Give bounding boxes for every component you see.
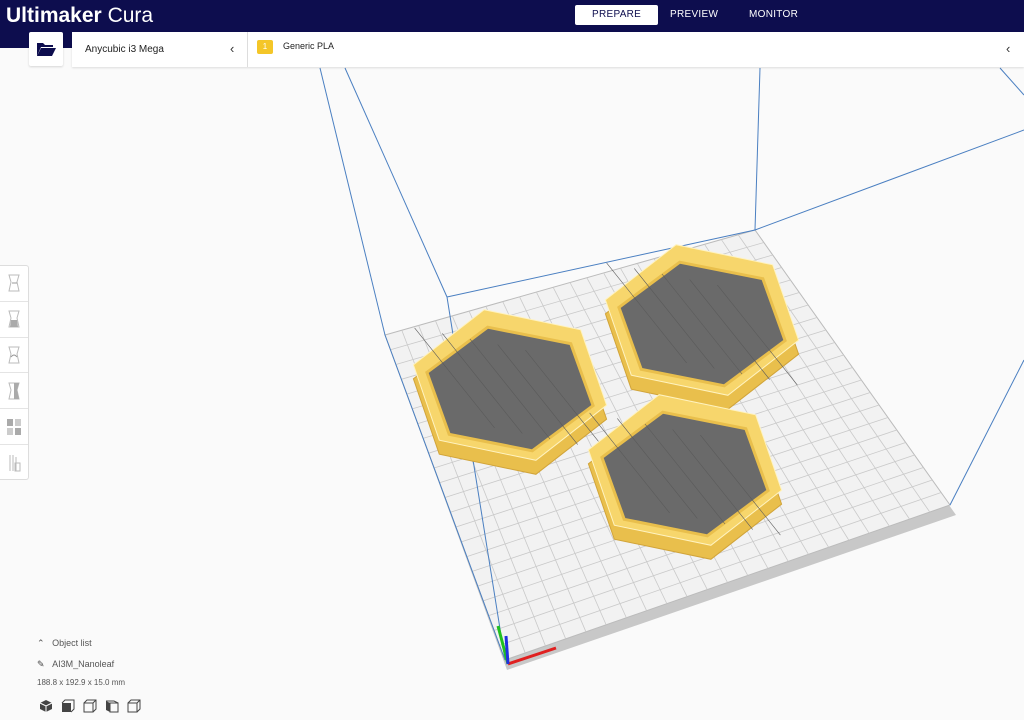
rotate-icon	[8, 346, 20, 364]
tab-preview[interactable]: PREVIEW	[653, 5, 735, 25]
print-settings-chevron-icon[interactable]: ‹	[1006, 41, 1010, 56]
scale-icon	[8, 310, 20, 328]
chevron-left-icon[interactable]: ‹	[230, 41, 234, 56]
support-blocker-icon	[9, 454, 21, 472]
chevron-up-icon: ⌃	[37, 638, 45, 648]
top-view-icon[interactable]	[83, 699, 97, 713]
3d-view-icon[interactable]	[39, 699, 53, 713]
object-dimensions: 188.8 x 192.9 x 15.0 mm	[37, 678, 126, 687]
tab-prepare[interactable]: PREPARE	[575, 5, 659, 25]
move-tool-button[interactable]	[0, 266, 28, 302]
volume-edge	[754, 129, 1024, 231]
volume-edge	[999, 67, 1024, 96]
move-icon	[8, 274, 20, 292]
volume-edge	[319, 67, 386, 336]
left-view-icon[interactable]	[105, 699, 119, 713]
right-view-icon[interactable]	[127, 699, 141, 713]
volume-edge	[344, 67, 448, 298]
extruder-badge: 1	[257, 40, 273, 54]
printer-selector[interactable]: Anycubic i3 Mega	[85, 44, 164, 55]
mirror-icon	[8, 382, 20, 400]
support-blocker-tool-button[interactable]	[0, 445, 28, 481]
folder-icon	[37, 43, 56, 56]
object-name-row[interactable]: ✎ AI3M_Nanoleaf	[37, 659, 114, 670]
rotate-tool-button[interactable]	[0, 338, 28, 374]
mirror-tool-button[interactable]	[0, 373, 28, 410]
per-model-settings-tool-button[interactable]	[0, 409, 28, 445]
printer-material-bar: Anycubic i3 Mega ‹ 1 Generic PLA ‹	[72, 32, 1024, 67]
tool-panel	[0, 265, 29, 480]
volume-edge	[754, 67, 761, 231]
tab-monitor[interactable]: MONITOR	[732, 5, 815, 25]
object-name: AI3M_Nanoleaf	[52, 659, 115, 669]
divider	[247, 32, 248, 67]
object-list-label: Object list	[52, 638, 92, 648]
3d-viewport[interactable]	[0, 0, 1024, 720]
per-model-settings-icon	[7, 418, 21, 435]
app-logo: Ultimaker Cura	[6, 4, 154, 27]
material-selector[interactable]: Generic PLA	[283, 41, 334, 51]
open-file-button[interactable]	[29, 32, 63, 66]
scale-tool-button[interactable]	[0, 302, 28, 338]
front-view-icon[interactable]	[61, 699, 75, 713]
volume-edge	[949, 359, 1024, 506]
pencil-icon: ✎	[37, 659, 45, 669]
object-list-toggle[interactable]: ⌃ Object list	[37, 638, 92, 649]
